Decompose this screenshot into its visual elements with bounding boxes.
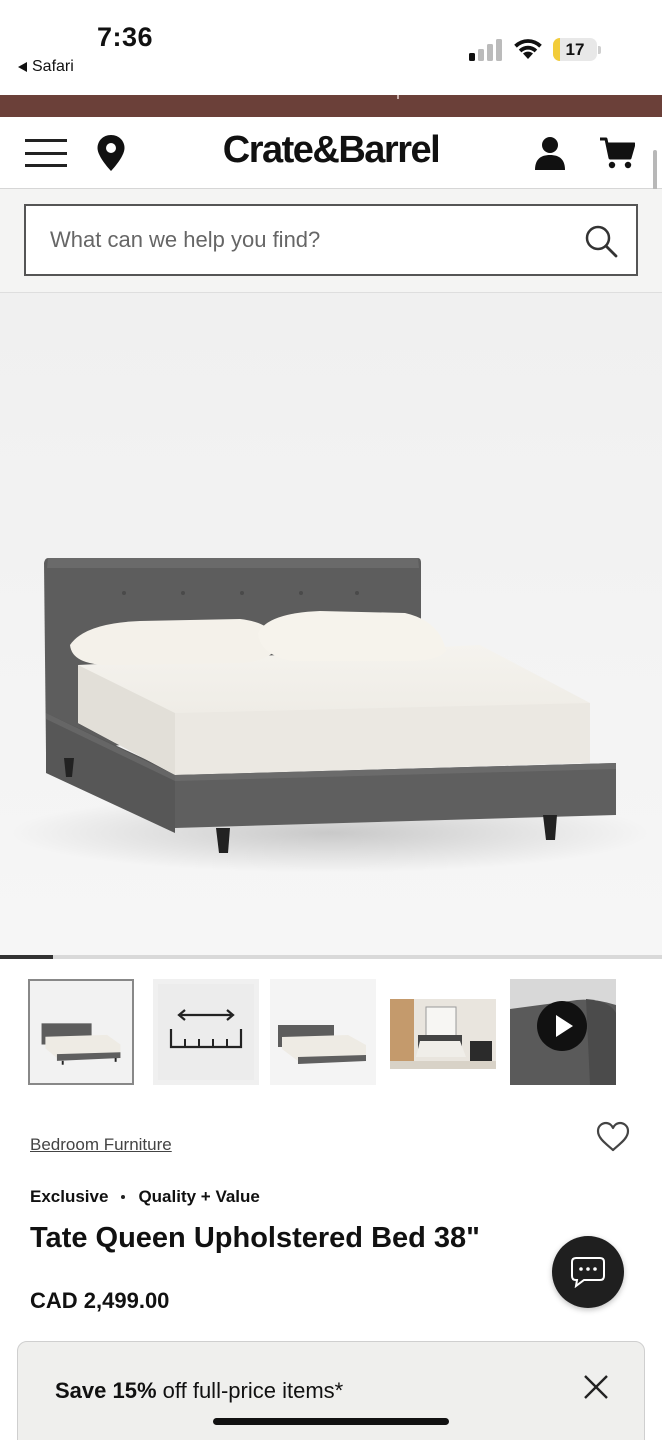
bed-thumbnail-alt[interactable] (270, 979, 376, 1085)
search-box[interactable] (24, 204, 638, 276)
menu-icon[interactable] (25, 139, 67, 167)
cart-icon[interactable] (599, 136, 635, 170)
product-main-image[interactable] (0, 293, 662, 955)
badge-quality-value: Quality + Value (138, 1187, 260, 1206)
site-logo[interactable]: Crate&Barrel (180, 129, 482, 172)
status-time: 7:36 (97, 22, 154, 52)
gallery-progress (0, 955, 662, 959)
status-bar: 7:36 Safari 17 (0, 0, 662, 95)
thumbnail-strip (0, 975, 662, 1090)
bed-image (10, 558, 650, 873)
breadcrumb-category[interactable]: Bedroom Furniture (30, 1135, 172, 1155)
product-badges: Exclusive Quality + Value (30, 1187, 260, 1207)
battery-indicator: 17 (553, 38, 601, 62)
badge-separator (121, 1195, 126, 1199)
badge-exclusive: Exclusive (30, 1187, 109, 1206)
back-label: Safari (32, 58, 74, 75)
back-to-safari[interactable]: Safari (18, 58, 74, 76)
favorite-heart-icon[interactable] (596, 1121, 630, 1153)
dimensions-thumbnail[interactable] (153, 979, 259, 1085)
chat-icon (571, 1257, 605, 1288)
product-price: CAD 2,499.00 (30, 1288, 170, 1313)
room-thumbnail[interactable] (390, 979, 496, 1085)
video-thumbnail[interactable] (510, 979, 616, 1085)
battery-percent: 17 (565, 40, 585, 59)
site-header: Crate&Barrel (0, 117, 662, 189)
location-pin-icon[interactable] (96, 134, 126, 172)
close-icon[interactable] (582, 1373, 610, 1401)
cellular-signal-icon (469, 39, 502, 61)
promo-highlight: Save 15% (55, 1378, 157, 1403)
account-icon[interactable] (534, 136, 566, 170)
promo-strip[interactable] (0, 95, 662, 117)
promo-text: Save 15% off full-price items* (55, 1378, 343, 1404)
wifi-icon (514, 39, 542, 59)
search-icon[interactable] (584, 224, 618, 258)
chat-button[interactable] (552, 1236, 624, 1308)
product-title: Tate Queen Upholstered Bed 38" (30, 1222, 480, 1254)
bed-thumbnail[interactable] (28, 979, 134, 1085)
promo-banner[interactable]: Save 15% off full-price items* (17, 1341, 645, 1440)
gallery-progress-fill (0, 955, 53, 959)
search-input[interactable] (50, 206, 570, 274)
home-indicator[interactable] (213, 1418, 449, 1425)
promo-rest: off full-price items* (162, 1378, 344, 1403)
search-bar (0, 189, 662, 293)
back-arrow-icon (18, 62, 27, 72)
